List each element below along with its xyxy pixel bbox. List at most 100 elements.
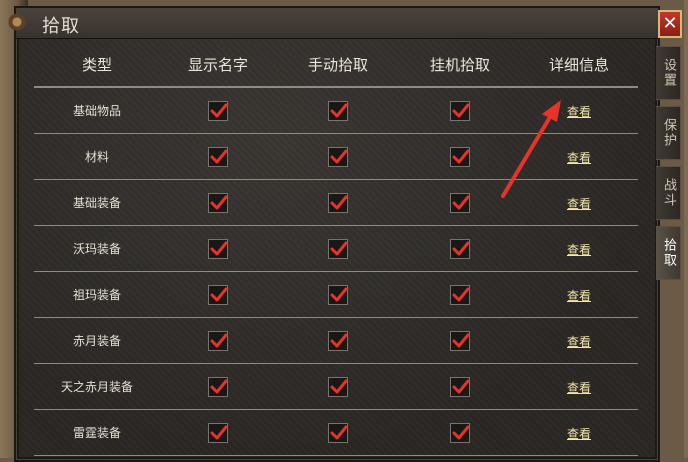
check-icon	[330, 195, 348, 210]
auto-pick-checkbox[interactable]	[450, 100, 470, 121]
table-row: 天之赤月装备 查看	[34, 364, 638, 410]
row-type-label: 基础装备	[72, 196, 121, 210]
view-detail-link[interactable]: 查看	[567, 381, 591, 395]
view-detail-link[interactable]: 查看	[567, 197, 591, 211]
auto-pick-cell	[400, 330, 520, 351]
manual-pick-checkbox[interactable]	[328, 422, 348, 443]
table-row: 材料 查看	[34, 134, 638, 180]
auto-pick-checkbox[interactable]	[450, 422, 470, 443]
background-scenery-right	[684, 0, 688, 458]
tab-combat[interactable]: 战斗	[656, 166, 681, 220]
show-name-cell	[160, 192, 276, 213]
auto-pick-cell	[400, 284, 520, 305]
table-row: 沃玛装备 查看	[34, 226, 638, 272]
table-row: 赤月装备 查看	[34, 318, 638, 364]
show-name-checkbox[interactable]	[208, 422, 228, 443]
side-tab-bar: 设置 保护 战斗 拾取	[656, 46, 684, 286]
close-button[interactable]: ✕	[658, 10, 682, 38]
manual-pick-checkbox[interactable]	[328, 100, 348, 121]
auto-pick-checkbox[interactable]	[450, 192, 470, 213]
manual-pick-checkbox[interactable]	[328, 146, 348, 167]
header-show-name: 显示名字	[187, 55, 248, 74]
auto-pick-checkbox[interactable]	[450, 238, 470, 259]
detail-cell: 查看	[520, 147, 638, 166]
tab-combat-label: 战斗	[661, 178, 676, 208]
manual-pick-checkbox[interactable]	[328, 238, 348, 259]
tab-settings[interactable]: 设置	[656, 46, 681, 100]
show-name-checkbox[interactable]	[208, 100, 228, 121]
auto-pick-checkbox[interactable]	[450, 146, 470, 167]
manual-pick-checkbox[interactable]	[328, 192, 348, 213]
check-icon	[330, 241, 348, 256]
check-icon	[210, 241, 228, 256]
manual-pick-cell	[276, 376, 400, 397]
tab-protection[interactable]: 保护	[656, 106, 681, 160]
show-name-checkbox[interactable]	[208, 238, 228, 259]
view-detail-link[interactable]: 查看	[567, 335, 591, 349]
check-icon	[210, 103, 228, 118]
check-icon	[210, 379, 228, 394]
detail-cell: 查看	[520, 423, 638, 442]
show-name-checkbox[interactable]	[208, 376, 228, 397]
manual-pick-cell	[276, 284, 400, 305]
tab-settings-label: 设置	[661, 58, 676, 88]
header-type: 类型	[81, 55, 112, 74]
auto-pick-checkbox[interactable]	[450, 376, 470, 397]
row-type-label: 材料	[84, 150, 109, 164]
show-name-cell	[160, 284, 276, 305]
check-icon	[210, 333, 228, 348]
row-type-label: 祖玛装备	[72, 288, 121, 302]
window-titlebar[interactable]: 拾取	[4, 2, 658, 42]
auto-pick-cell	[400, 422, 520, 443]
check-icon	[452, 103, 470, 118]
auto-pick-cell	[400, 100, 520, 121]
detail-cell: 查看	[520, 239, 638, 258]
row-type-label: 基础物品	[72, 104, 121, 118]
pickup-table: 类型 显示名字 手动拾取 挂机拾取 详细信息 基础物品 查看 材料 查看 基础装备 查看沃…	[34, 42, 638, 456]
table-row: 基础装备 查看	[34, 180, 638, 226]
show-name-checkbox[interactable]	[208, 146, 228, 167]
close-icon: ✕	[662, 13, 678, 34]
show-name-checkbox[interactable]	[208, 330, 228, 351]
auto-pick-checkbox[interactable]	[450, 284, 470, 305]
row-type-label: 赤月装备	[72, 334, 121, 348]
window-title: 拾取	[42, 16, 80, 37]
manual-pick-checkbox[interactable]	[328, 330, 348, 351]
check-icon	[330, 103, 348, 118]
check-icon	[452, 195, 470, 210]
tab-protection-label: 保护	[661, 118, 676, 148]
check-icon	[330, 287, 348, 302]
row-type-label: 沃玛装备	[72, 242, 121, 256]
show-name-cell	[160, 238, 276, 259]
row-type-label: 天之赤月装备	[60, 380, 133, 394]
show-name-checkbox[interactable]	[208, 284, 228, 305]
check-icon	[210, 195, 228, 210]
show-name-cell	[160, 330, 276, 351]
view-detail-link[interactable]: 查看	[567, 427, 591, 441]
view-detail-link[interactable]: 查看	[567, 105, 591, 119]
manual-pick-cell	[276, 146, 400, 167]
header-detail: 详细信息	[548, 55, 609, 74]
check-icon	[452, 241, 470, 256]
view-detail-link[interactable]: 查看	[567, 243, 591, 257]
manual-pick-checkbox[interactable]	[328, 284, 348, 305]
view-detail-link[interactable]: 查看	[567, 289, 591, 303]
header-manual-pick: 手动拾取	[307, 55, 368, 74]
tab-pickup[interactable]: 拾取	[656, 226, 681, 280]
show-name-checkbox[interactable]	[208, 192, 228, 213]
detail-cell: 查看	[520, 331, 638, 350]
table-header-row: 类型 显示名字 手动拾取 挂机拾取 详细信息	[34, 42, 638, 88]
auto-pick-checkbox[interactable]	[450, 330, 470, 351]
check-icon	[452, 287, 470, 302]
manual-pick-cell	[276, 330, 400, 351]
detail-cell: 查看	[520, 193, 638, 212]
check-icon	[330, 333, 348, 348]
check-icon	[330, 149, 348, 164]
view-detail-link[interactable]: 查看	[567, 151, 591, 165]
check-icon	[330, 379, 348, 394]
detail-cell: 查看	[520, 285, 638, 304]
auto-pick-cell	[400, 192, 520, 213]
detail-cell: 查看	[520, 377, 638, 396]
manual-pick-checkbox[interactable]	[328, 376, 348, 397]
manual-pick-cell	[276, 192, 400, 213]
